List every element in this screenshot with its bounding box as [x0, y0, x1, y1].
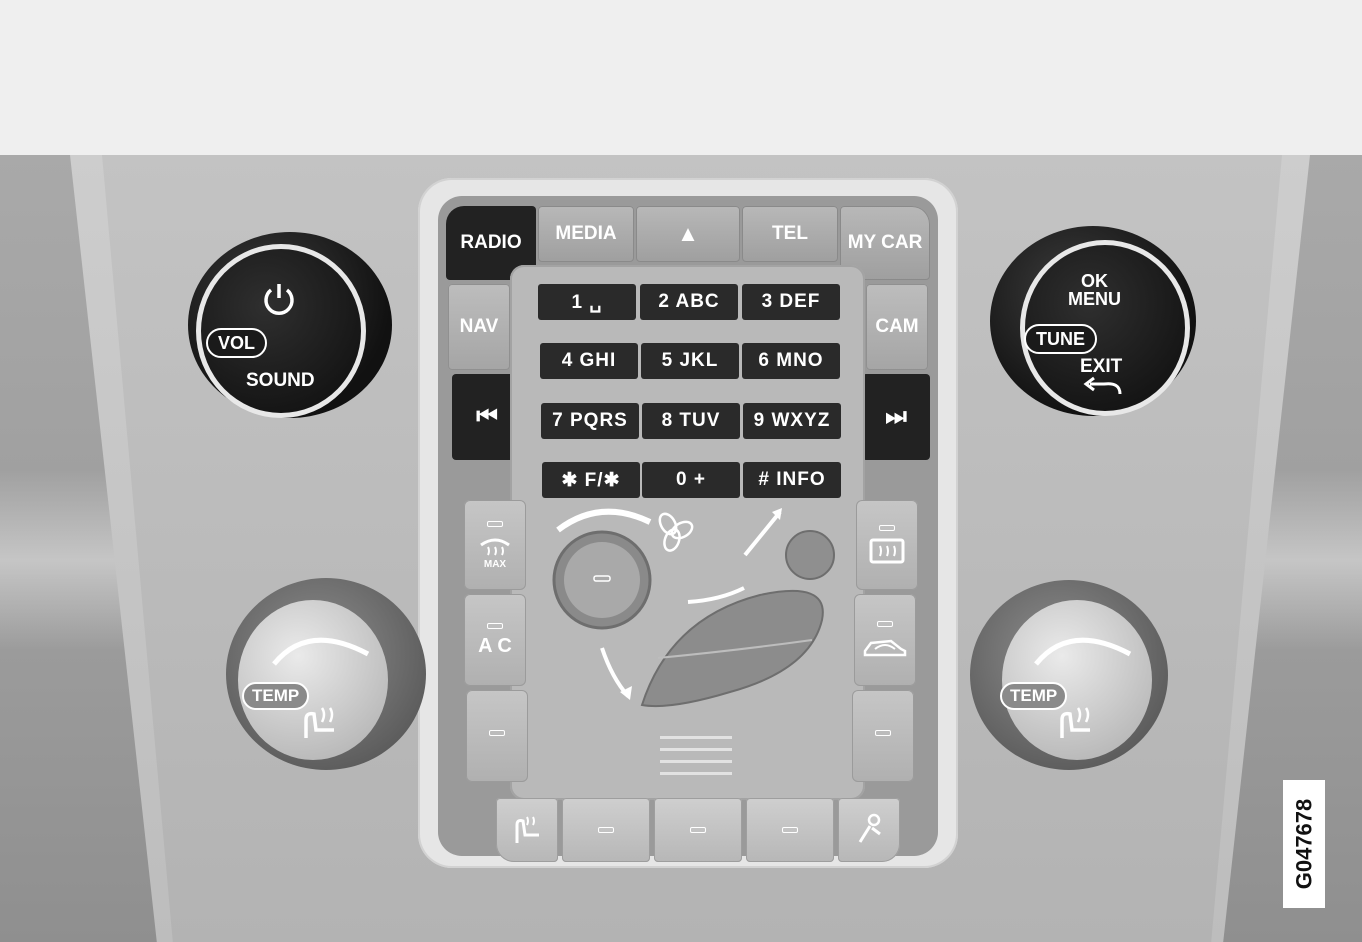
- airflow-arrow-down: [600, 647, 630, 698]
- key-1[interactable]: 1 ␣: [538, 284, 636, 320]
- background-top: [0, 0, 1362, 158]
- fan-auto-button[interactable]: [838, 798, 900, 862]
- key-1-label: 1 ␣: [571, 291, 603, 313]
- my-car-label: MY CAR: [847, 232, 923, 253]
- key-hash[interactable]: # INFO: [743, 462, 841, 498]
- bottom-button-3[interactable]: [746, 798, 834, 862]
- image-code-text: G047678: [1291, 798, 1316, 890]
- eject-button[interactable]: ▲: [636, 206, 740, 262]
- key-0[interactable]: 0 +: [642, 462, 740, 498]
- key-8-label: 8 TUV: [661, 410, 721, 431]
- bottom-button-1-led: [598, 827, 614, 833]
- recirculation-led: [877, 621, 893, 627]
- next-track-button[interactable]: ⏭: [862, 374, 930, 460]
- rear-defrost-icon: [869, 538, 905, 564]
- ac-button[interactable]: A C: [464, 594, 526, 686]
- fan-arc: [556, 508, 652, 533]
- left-temp-label: TEMP: [252, 686, 300, 705]
- power-icon: [264, 284, 294, 315]
- radio-label: RADIO: [460, 232, 522, 253]
- max-defrost-button[interactable]: MAX: [464, 500, 526, 590]
- right-temp-scale-icon: [1034, 637, 1132, 666]
- key-6[interactable]: 6 MNO: [742, 343, 840, 379]
- air-distribution-seat: [640, 589, 824, 708]
- key-2-label: 2 ABC: [658, 291, 720, 312]
- key-star[interactable]: ✱ F/✱: [542, 462, 640, 498]
- climate-controls-graphic: [552, 508, 835, 708]
- bottom-button-2[interactable]: [654, 798, 742, 862]
- ac-led: [487, 622, 503, 629]
- left-seat-heat-icon: [304, 707, 334, 738]
- key-9-label: 9 WXYZ: [753, 410, 831, 431]
- left-blank-button[interactable]: [466, 690, 528, 782]
- airflow-arrow-mid: [687, 586, 745, 604]
- bottom-button-1[interactable]: [562, 798, 650, 862]
- nav-label: NAV: [459, 316, 499, 337]
- key-4-label: 4 GHI: [561, 350, 617, 371]
- nav-button[interactable]: NAV: [448, 284, 510, 370]
- max-defrost-led: [487, 520, 503, 527]
- key-7[interactable]: 7 PQRS: [541, 403, 639, 439]
- key-6-label: 6 MNO: [758, 350, 824, 371]
- seat-heat-button[interactable]: [496, 798, 558, 862]
- eject-icon: ▲: [677, 221, 699, 246]
- bottom-button-3-led: [782, 827, 798, 833]
- key-hash-label: # INFO: [758, 469, 826, 490]
- tel-label: TEL: [772, 223, 808, 244]
- media-button[interactable]: MEDIA: [538, 206, 634, 262]
- seat-heat-icon: [515, 816, 539, 843]
- cam-label: CAM: [875, 316, 919, 337]
- rear-defrost-led: [879, 525, 895, 531]
- key-5[interactable]: 5 JKL: [641, 343, 739, 379]
- fan-icon: [658, 512, 694, 552]
- vol-label-pill: VOL: [206, 328, 268, 358]
- previous-icon: ⏮: [476, 403, 498, 430]
- right-seat-heat-icon: [1060, 707, 1090, 738]
- air-distribution-head: [785, 530, 835, 580]
- tel-button[interactable]: TEL: [742, 206, 838, 262]
- tune-label: TUNE: [1036, 328, 1085, 349]
- ok-menu-label: OK MENU: [1068, 271, 1121, 309]
- airflow-person-icon: [858, 813, 881, 843]
- next-icon: ⏭: [885, 403, 907, 430]
- key-2[interactable]: 2 ABC: [640, 284, 738, 320]
- sound-label: SOUND: [246, 370, 315, 391]
- image-code: G047678: [1283, 780, 1325, 908]
- key-3[interactable]: 3 DEF: [742, 284, 840, 320]
- exit-label: EXIT: [1080, 356, 1123, 377]
- key-7-label: 7 PQRS: [552, 410, 628, 431]
- bottom-button-2-led: [690, 827, 706, 833]
- key-8[interactable]: 8 TUV: [642, 403, 740, 439]
- left-temp-scale-icon: [272, 637, 370, 666]
- cam-button[interactable]: CAM: [866, 284, 928, 370]
- right-blank-button[interactable]: [852, 690, 914, 782]
- recirculation-icon: [863, 639, 907, 657]
- ac-label: A C: [478, 634, 512, 657]
- right-blank-led: [875, 730, 891, 736]
- key-4[interactable]: 4 GHI: [540, 343, 638, 379]
- vent-line-4: [660, 772, 732, 775]
- left-blank-led: [489, 730, 505, 736]
- defrost-icon: [480, 538, 510, 555]
- vent-line-2: [660, 748, 732, 751]
- vent-line-3: [660, 760, 732, 763]
- recirculation-button[interactable]: [854, 594, 916, 686]
- media-label: MEDIA: [555, 223, 617, 244]
- key-star-label: ✱ F/✱: [561, 469, 621, 491]
- key-5-label: 5 JKL: [661, 350, 719, 371]
- rear-defrost-button[interactable]: [856, 500, 918, 590]
- back-arrow-icon: [1083, 376, 1122, 395]
- key-0-label: 0 +: [676, 469, 706, 490]
- key-3-label: 3 DEF: [761, 291, 821, 312]
- vol-label: VOL: [218, 332, 256, 353]
- vent-line-1: [660, 736, 732, 739]
- airflow-arrow-up: [743, 510, 782, 557]
- max-label: MAX: [483, 558, 507, 570]
- tune-label-pill: TUNE: [1024, 324, 1097, 354]
- key-9[interactable]: 9 WXYZ: [743, 403, 841, 439]
- right-temp-label: TEMP: [1010, 686, 1058, 705]
